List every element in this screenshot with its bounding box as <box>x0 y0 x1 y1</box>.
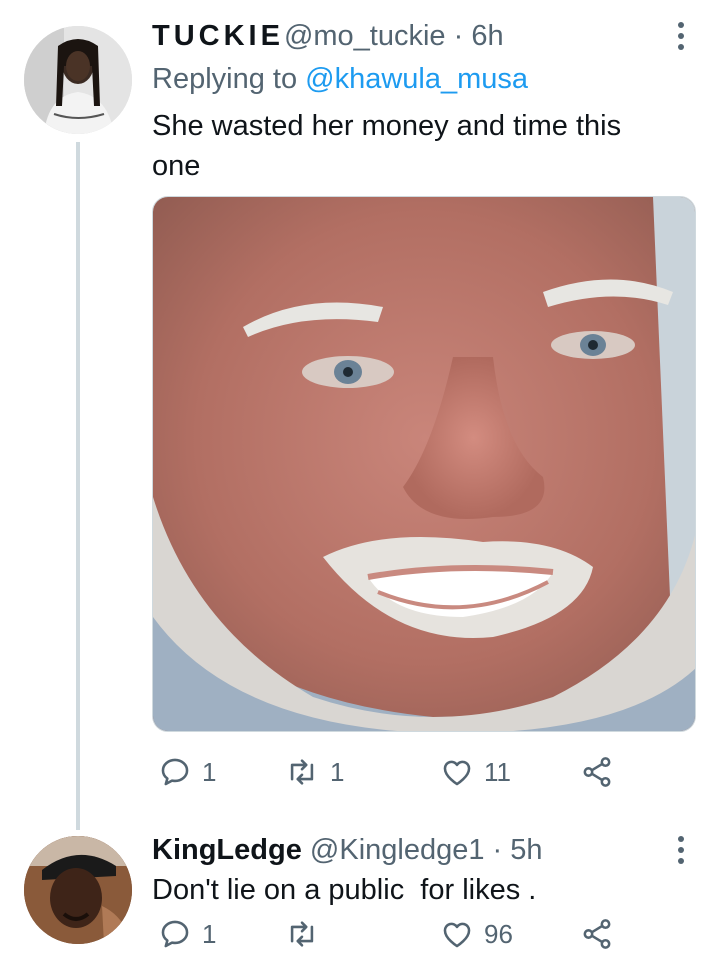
tweet-text: Don't lie on a public for likes . <box>152 874 537 906</box>
tweet[interactable]: KingLedge @Kingledge1 · 5h Don't lie on … <box>0 820 720 974</box>
tweet-actions: 1 96 <box>152 912 622 956</box>
share-button[interactable] <box>580 750 614 794</box>
retweet-icon <box>290 921 314 947</box>
username[interactable]: @mo_tuckie <box>284 20 446 52</box>
separator: · <box>445 20 472 52</box>
username[interactable]: @Kingledge1 <box>310 834 485 866</box>
tweet-text: She wasted her money and time this one <box>152 110 622 182</box>
like-icon <box>443 760 471 786</box>
avatar[interactable] <box>24 26 132 134</box>
share-button[interactable] <box>580 912 614 956</box>
more-icon[interactable] <box>676 22 686 50</box>
display-name[interactable]: TUCKIE <box>152 20 284 52</box>
like-button[interactable]: 96 <box>440 912 513 956</box>
tweet[interactable]: TUCKIE@mo_tuckie · 6h Replying to @khawu… <box>0 0 720 830</box>
retweet-button[interactable] <box>284 912 330 956</box>
replying-prefix: Replying to <box>152 63 306 95</box>
like-button[interactable]: 11 <box>440 750 511 794</box>
face-photo <box>153 197 695 731</box>
reply-button[interactable]: 1 <box>158 750 216 794</box>
avatar[interactable] <box>24 836 132 944</box>
retweet-count: 1 <box>330 756 345 787</box>
retweet-icon <box>290 759 314 785</box>
thread-line <box>76 142 80 830</box>
like-count: 96 <box>484 918 513 949</box>
tweet-header: KingLedge @Kingledge1 · 5h <box>152 832 543 868</box>
tweet-header: TUCKIE@mo_tuckie · 6h <box>152 18 504 54</box>
share-icon <box>583 919 611 949</box>
replying-handle[interactable]: @khawula_musa <box>305 63 528 95</box>
like-count: 11 <box>484 756 511 787</box>
reply-icon <box>161 758 189 786</box>
reply-count: 1 <box>202 756 217 787</box>
retweet-button[interactable]: 1 <box>284 750 344 794</box>
share-icon <box>583 757 611 787</box>
replying-to: Replying to @khawula_musa <box>152 60 528 98</box>
reply-button[interactable]: 1 <box>158 912 216 956</box>
tweet-media[interactable] <box>152 196 696 732</box>
timestamp[interactable]: 6h <box>471 20 503 52</box>
timestamp[interactable]: 5h <box>510 834 542 866</box>
tweet-actions: 1 1 11 <box>152 750 622 794</box>
reply-icon <box>161 920 189 948</box>
like-icon <box>443 922 471 948</box>
reply-count: 1 <box>202 918 217 949</box>
display-name[interactable]: KingLedge <box>152 834 302 866</box>
more-icon[interactable] <box>676 836 686 864</box>
separator: · <box>484 834 511 866</box>
